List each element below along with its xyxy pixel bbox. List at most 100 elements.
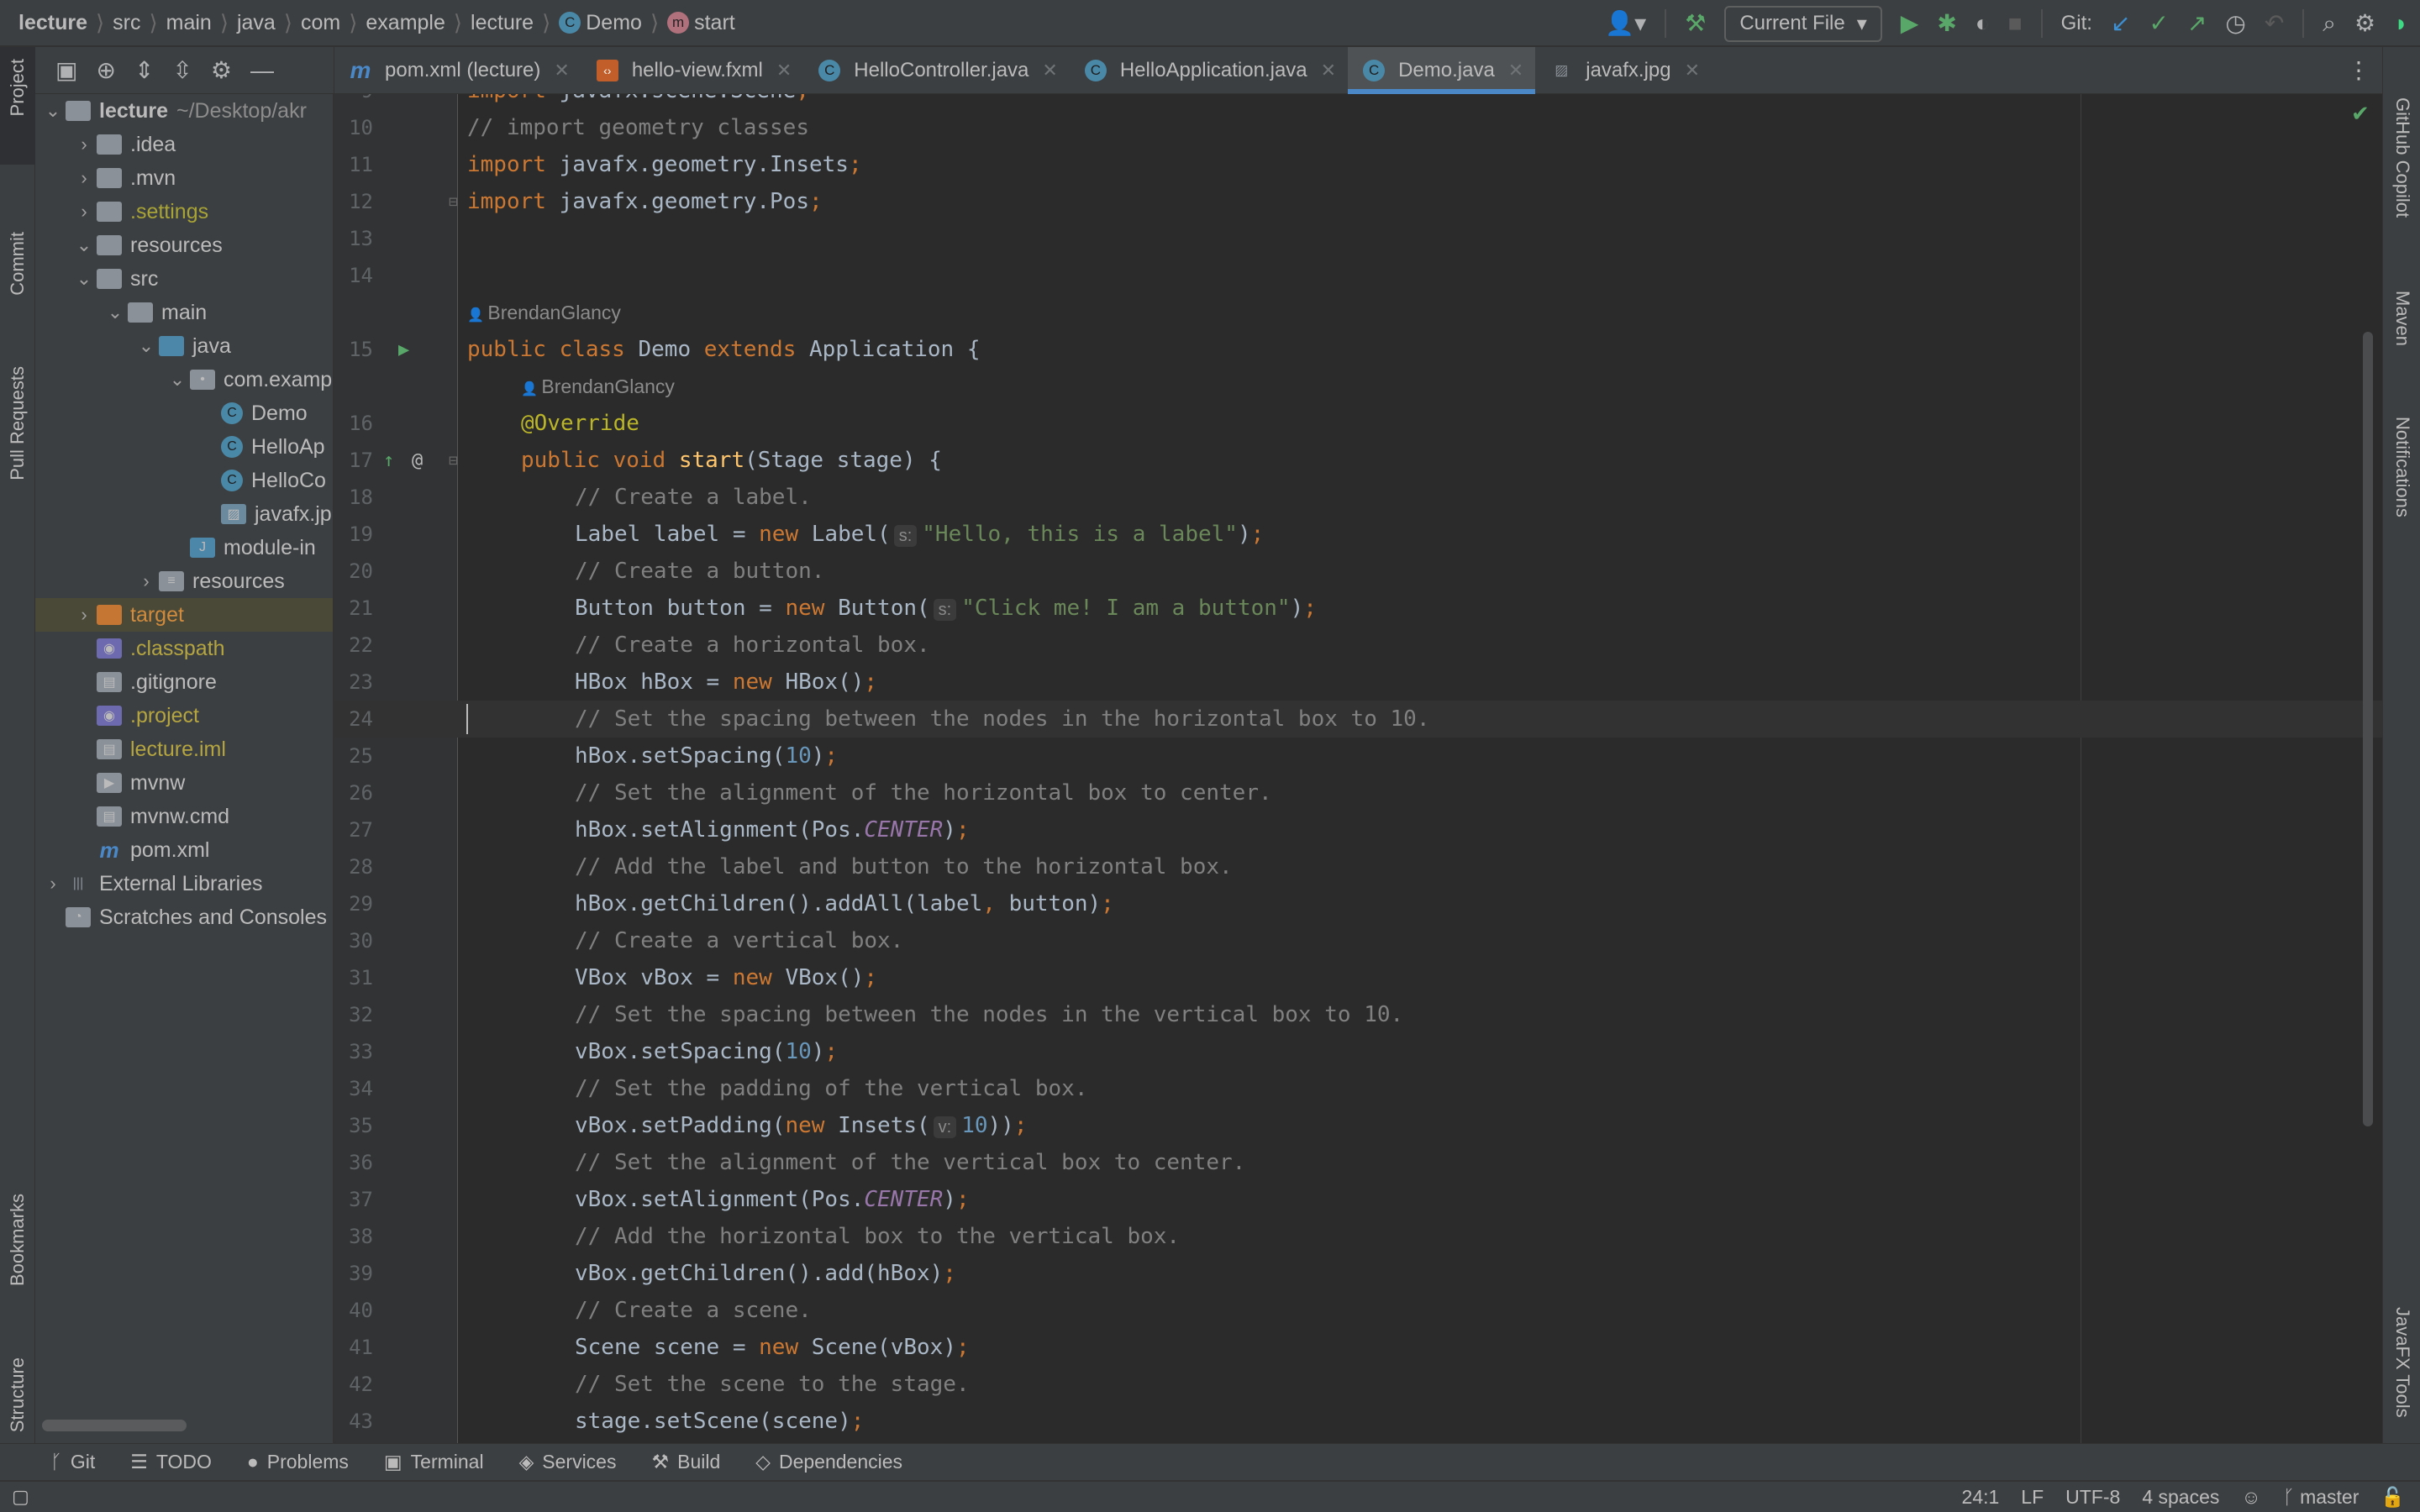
code-text[interactable]: vBox.setPadding(new Insets(v: 10)); — [575, 1113, 1028, 1138]
code-line[interactable]: 15 public class Demo extends Application … — [334, 331, 2382, 368]
code-text[interactable]: vBox.setSpacing(10); — [575, 1039, 838, 1064]
close-icon[interactable]: ✕ — [554, 60, 569, 81]
breadcrumb-item[interactable]: lecture — [18, 11, 87, 35]
code-text[interactable]: // Add the horizontal box to the vertica… — [575, 1224, 1180, 1249]
override-gutter-icon[interactable]: ↑ — [383, 450, 394, 471]
code-line[interactable]: 25 hBox.setSpacing(10); — [334, 738, 2382, 774]
tab-helloapplication-java[interactable]: C HelloApplication.java ✕ — [1070, 47, 1348, 93]
code-text[interactable]: // Create a scene. — [575, 1298, 812, 1323]
git-commit-icon[interactable]: ✓ — [2149, 12, 2168, 35]
git-branch[interactable]: ᚴ master — [2283, 1486, 2360, 1509]
code-line[interactable]: 11 import javafx.geometry.Insets; — [334, 146, 2382, 183]
tree-item[interactable]: ▤ .gitignore — [35, 665, 333, 699]
breadcrumb-item[interactable]: com — [301, 11, 340, 35]
breadcrumb-item[interactable]: C Demo — [559, 11, 642, 35]
build-hammer-icon[interactable]: ⚒ — [1685, 12, 1706, 35]
code-editor[interactable]: 9 import javafx.scene.Scene; 10 // import g… — [334, 94, 2382, 1443]
code-text[interactable]: import javafx.geometry.Pos; — [467, 189, 823, 214]
tree-item[interactable]: ◔ Scratches and Consoles — [35, 900, 333, 934]
breadcrumb-item[interactable]: example — [366, 11, 445, 35]
code-line[interactable]: 18 // Create a label. — [334, 479, 2382, 516]
code-line[interactable]: 22 // Create a horizontal box. — [334, 627, 2382, 664]
tool-window-services[interactable]: ◈ Services — [519, 1451, 617, 1473]
history-icon[interactable]: ◷ — [2225, 12, 2245, 35]
caret-position[interactable]: 24:1 — [1962, 1486, 2000, 1509]
tree-item[interactable]: ▶ mvnw — [35, 766, 333, 800]
rollback-icon[interactable]: ↶ — [2265, 12, 2284, 35]
code-line[interactable]: 20 // Create a button. — [334, 553, 2382, 590]
code-line[interactable]: 39 vBox.getChildren().add(hBox); — [334, 1255, 2382, 1292]
code-text[interactable]: hBox.setSpacing(10); — [575, 743, 838, 769]
code-line[interactable]: 27 hBox.setAlignment(Pos.CENTER); — [334, 811, 2382, 848]
tree-item[interactable]: ▤ lecture.iml — [35, 732, 333, 766]
tree-item[interactable]: ◉ .classpath — [35, 632, 333, 665]
fold-marker-icon[interactable]: ⊟ — [449, 193, 458, 211]
code-text[interactable]: // import geometry classes — [467, 115, 809, 140]
code-text[interactable]: Label label = new Label(s: "Hello, this i… — [575, 522, 1264, 547]
breadcrumb-item[interactable]: java — [237, 11, 276, 35]
expand-all-icon[interactable]: ⇕ — [134, 58, 154, 82]
code-line[interactable]: 23 HBox hBox = new HBox(); — [334, 664, 2382, 701]
close-icon[interactable]: ✕ — [1508, 60, 1523, 81]
tool-window-problems[interactable]: ● Problems — [247, 1451, 349, 1473]
tool-window-notifications[interactable]: Notifications — [2391, 417, 2413, 517]
code-line[interactable]: 28 // Add the label and button to the hor… — [334, 848, 2382, 885]
tool-window-commit[interactable]: Commit — [7, 232, 29, 296]
tree-item[interactable]: ⌄ src — [35, 262, 333, 296]
tree-item[interactable]: › ||| External Libraries — [35, 867, 333, 900]
more-tabs-icon[interactable]: ⋮ — [2335, 47, 2382, 93]
no-problems-check-icon[interactable]: ✔ — [2351, 101, 2370, 127]
code-text[interactable]: @Override — [521, 411, 639, 436]
tool-window-structure[interactable]: Structure — [7, 1357, 29, 1432]
stop-icon[interactable]: ■ — [2008, 12, 2023, 35]
tree-item[interactable]: › ≡ resources — [35, 564, 333, 598]
collapse-all-icon[interactable]: ⇳ — [172, 58, 192, 82]
close-icon[interactable]: ✕ — [1042, 60, 1057, 81]
code-line[interactable]: 26 // Set the alignment of the horizontal… — [334, 774, 2382, 811]
code-line[interactable]: 👤 BrendanGlancy — [334, 294, 2382, 331]
close-icon[interactable]: ✕ — [776, 60, 792, 81]
code-text[interactable]: Scene scene = new Scene(vBox); — [575, 1335, 970, 1360]
chevron-right-icon[interactable]: › — [71, 134, 97, 155]
code-line[interactable]: 12 import javafx.geometry.Pos; ⊟ — [334, 183, 2382, 220]
code-line[interactable]: 21 Button button = new Button(s: "Click me… — [334, 590, 2382, 627]
chevron-down-icon[interactable]: ⌄ — [71, 234, 97, 256]
chevron-right-icon[interactable]: › — [71, 604, 97, 626]
tree-item[interactable]: › .idea — [35, 128, 333, 161]
chevron-right-icon[interactable]: › — [71, 167, 97, 189]
code-text[interactable]: // Create a vertical box. — [575, 928, 903, 953]
code-line[interactable]: 17 public void start(Stage stage) {↑ @ ⊟ — [334, 442, 2382, 479]
breadcrumb-item[interactable]: lecture — [471, 11, 534, 35]
breadcrumb-item[interactable]: main — [166, 11, 212, 35]
breadcrumb-item[interactable]: src — [113, 11, 140, 35]
editor-vertical-scrollbar[interactable] — [2363, 332, 2373, 1126]
at-annotation-icon[interactable]: @ — [412, 450, 423, 471]
tree-item[interactable]: › .settings — [35, 195, 333, 228]
code-text[interactable]: // Set the spacing between the nodes in … — [575, 706, 1429, 732]
tab-hellocontroller-java[interactable]: C HelloController.java ✕ — [803, 47, 1070, 93]
chevron-right-icon[interactable]: › — [71, 201, 97, 223]
tree-item[interactable]: ⌄ • com.examp — [35, 363, 333, 396]
code-line[interactable]: 32 // Set the spacing between the nodes i… — [334, 996, 2382, 1033]
gear-icon[interactable]: ⚙ — [2354, 12, 2375, 35]
gear-icon[interactable]: ⚙ — [211, 58, 232, 82]
code-lines[interactable]: 9 import javafx.scene.Scene; 10 // import g… — [334, 94, 2382, 1440]
indent-setting[interactable]: 4 spaces — [2142, 1486, 2219, 1509]
run-icon[interactable]: ▶ — [1901, 12, 1919, 35]
code-text[interactable]: hBox.setAlignment(Pos.CENTER); — [575, 817, 970, 843]
file-encoding[interactable]: UTF-8 — [2065, 1486, 2120, 1509]
tool-window-project[interactable]: Project — [7, 59, 29, 116]
code-text[interactable]: public class Demo extends Application { — [467, 337, 981, 362]
run-configuration-dropdown[interactable]: Current File ▾ — [1724, 5, 1882, 42]
tab-demo-java[interactable]: C Demo.java ✕ — [1348, 47, 1536, 94]
debug-icon[interactable]: ✱ — [1937, 12, 1956, 35]
code-line[interactable]: 36 // Set the alignment of the vertical b… — [334, 1144, 2382, 1181]
tree-item[interactable]: Jmodule-in — [35, 531, 333, 564]
code-text[interactable]: // Add the label and button to the horiz… — [575, 854, 1233, 879]
chevron-down-icon[interactable]: ⌄ — [134, 335, 159, 357]
close-icon[interactable]: ✕ — [1321, 60, 1336, 81]
user-icon[interactable]: 👤▾ — [1605, 12, 1646, 35]
code-text[interactable]: // Set the spacing between the nodes in … — [575, 1002, 1403, 1027]
code-line[interactable]: 42 // Set the scene to the stage. — [334, 1366, 2382, 1403]
code-text[interactable]: // Set the scene to the stage. — [575, 1372, 970, 1397]
